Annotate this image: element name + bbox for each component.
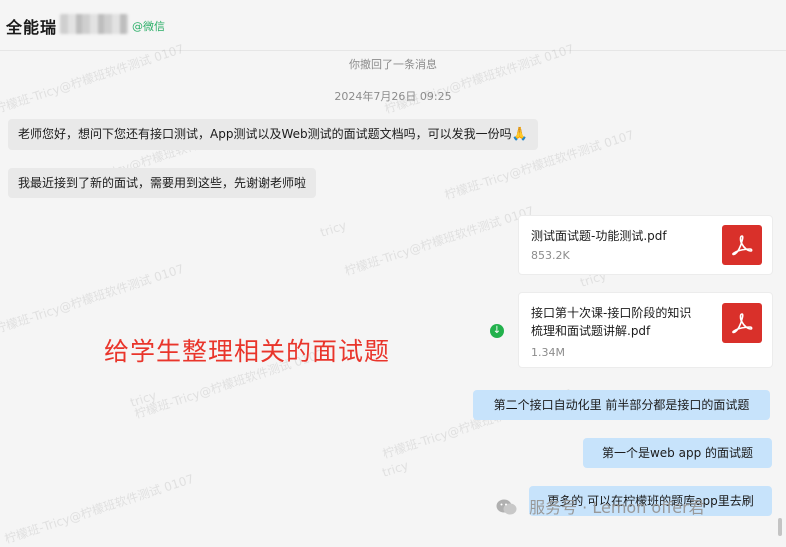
watermark-short: tricy xyxy=(380,458,411,480)
file-name-line-1: 接口第十次课-接口阶段的知识 xyxy=(531,306,692,320)
watermark-short: tricy xyxy=(128,388,159,410)
file-name-line-2: 梳理和面试题讲解.pdf xyxy=(531,324,651,338)
message-bubble-left[interactable]: 我最近接到了新的面试，需要用到这些，先谢谢老师啦 xyxy=(8,168,317,198)
chat-header: 全能瑞 @微信 xyxy=(0,0,786,51)
watermark: 柠檬班-Tricy@柠檬班软件测试 0107 xyxy=(0,261,186,337)
file-message-card[interactable]: 接口第十次课-接口阶段的知识 梳理和面试题讲解.pdf 1.34M xyxy=(518,292,773,368)
pdf-icon xyxy=(722,225,762,265)
message-text: 第一个是web app 的面试题 xyxy=(601,446,754,460)
download-complete-icon: ↓ xyxy=(490,324,504,338)
file-size: 1.34M xyxy=(531,346,565,359)
message-text: 我最近接到了新的面试，需要用到这些，先谢谢老师啦 xyxy=(18,176,307,190)
wechat-tag: @微信 xyxy=(132,20,165,33)
watermark: 柠檬班-Tricy@柠檬班软件测试 0107 xyxy=(342,203,536,279)
official-account-watermark: 服务号 · Lemon offer君 xyxy=(496,494,705,518)
wechat-logo-icon xyxy=(496,498,523,517)
watermark: 柠檬班-Tricy@柠檬班软件测试 0107 xyxy=(2,471,196,547)
redacted-name-blur xyxy=(60,14,128,34)
file-message-card[interactable]: 测试面试题-功能测试.pdf 853.2K xyxy=(518,215,773,275)
message-timestamp: 2024年7月26日 09:25 xyxy=(334,90,452,103)
contact-name[interactable]: 全能瑞 xyxy=(6,14,57,38)
recall-notice: 你撤回了一条消息 xyxy=(349,58,437,71)
official-account-text: 服务号 · Lemon offer君 xyxy=(529,498,705,517)
message-bubble-left[interactable]: 老师您好，想问下您还有接口测试，App测试以及Web测试的面试题文档吗，可以发我… xyxy=(8,119,538,150)
praying-hands-emoji: 🙏 xyxy=(511,127,528,142)
watermark-short: tricy xyxy=(318,218,349,240)
file-size: 853.2K xyxy=(531,249,570,262)
watermark: 柠檬班-Tricy@柠檬班软件测试 0107 xyxy=(382,41,576,117)
pdf-icon xyxy=(722,303,762,343)
file-name: 测试面试题-功能测试.pdf xyxy=(531,229,667,243)
message-bubble-right[interactable]: 第二个接口自动化里 前半部分都是接口的面试题 xyxy=(473,390,770,420)
scrollbar-thumb[interactable] xyxy=(778,518,782,536)
watermark: 柠檬班-Tricy@柠檬班软件测试 0107 xyxy=(0,41,186,117)
annotation-text: 给学生整理相关的面试题 xyxy=(104,337,391,366)
message-bubble-right[interactable]: 第一个是web app 的面试题 xyxy=(583,438,772,468)
message-text: 老师您好，想问下您还有接口测试，App测试以及Web测试的面试题文档吗，可以发我… xyxy=(18,127,512,141)
message-text: 第二个接口自动化里 前半部分都是接口的面试题 xyxy=(493,398,750,412)
